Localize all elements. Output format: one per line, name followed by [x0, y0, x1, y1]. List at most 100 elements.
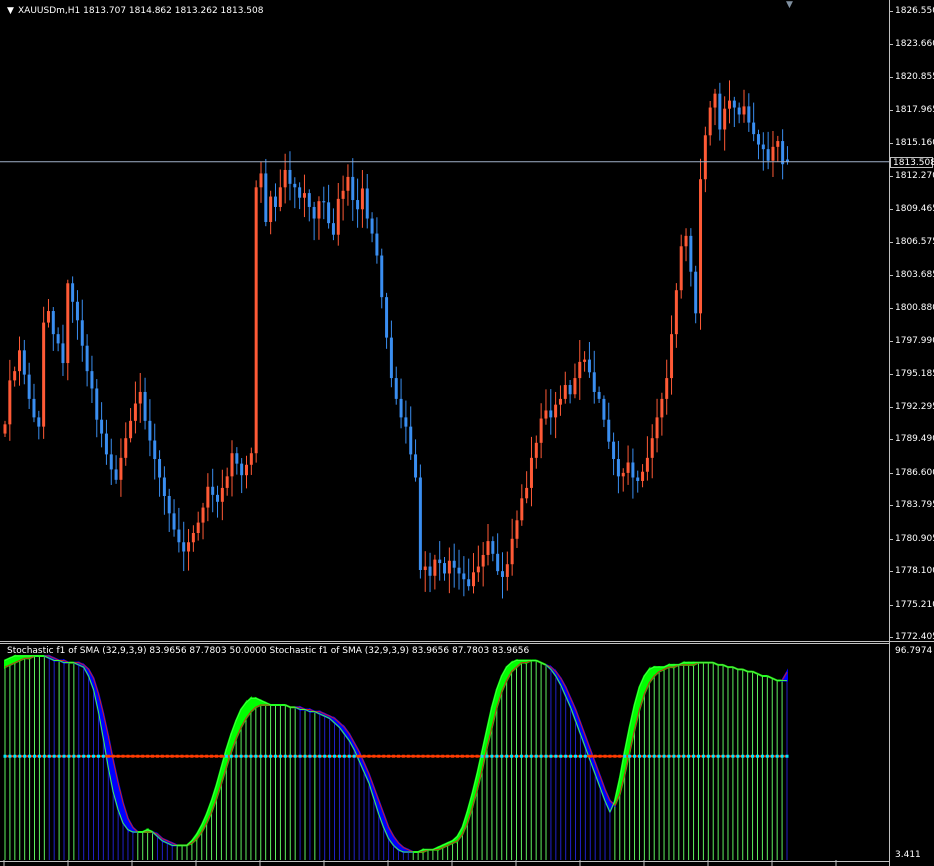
candle — [182, 521, 186, 572]
stoch-level-marker — [392, 754, 396, 758]
price-chart-panel[interactable]: ▼ XAUUSDm,H1 1813.707 1814.862 1813.262 … — [0, 0, 889, 641]
candle — [781, 129, 785, 180]
candle — [747, 93, 751, 132]
candle-body — [85, 345, 89, 372]
stoch-level-marker — [274, 754, 278, 758]
stoch-level-marker — [613, 754, 617, 758]
candle-body — [129, 420, 133, 439]
candle-body — [351, 176, 355, 201]
chart-shift-marker-icon[interactable]: ▼ — [786, 0, 793, 11]
stoch-level-marker — [33, 754, 37, 758]
stoch-level-marker — [475, 754, 479, 758]
stoch-level-marker — [505, 754, 509, 758]
candle-body — [124, 438, 128, 458]
candle-body — [626, 462, 630, 473]
stoch-level-marker — [687, 754, 691, 758]
stoch-level-marker — [106, 754, 110, 758]
stoch-level-marker — [337, 754, 341, 758]
stoch-level-marker — [706, 754, 710, 758]
candle-body — [732, 100, 736, 108]
candle-body — [447, 560, 451, 574]
stoch-level-marker — [544, 754, 548, 758]
candle — [71, 276, 75, 323]
candle-body — [100, 419, 104, 434]
candle — [558, 385, 562, 416]
stoch-level-marker — [214, 754, 218, 758]
stoch-level-marker — [662, 754, 666, 758]
candle-body — [587, 359, 591, 373]
candle — [375, 217, 379, 264]
indicator-axis[interactable]: 96.7974 3.411 — [889, 642, 934, 866]
stoch-level-marker — [372, 754, 376, 758]
candle-body — [399, 398, 403, 418]
stoch-level-marker — [736, 754, 740, 758]
candle-body — [17, 350, 21, 372]
stoch-level-marker — [155, 754, 159, 758]
stochastic-indicator-panel[interactable]: Stochastic f1 of SMA (32,9,3,9) 83.9656 … — [0, 642, 889, 866]
candle — [119, 438, 123, 497]
price-axis-tick — [889, 571, 893, 572]
stoch-level-marker — [574, 754, 578, 758]
candle — [500, 552, 504, 599]
candle-body — [684, 235, 688, 247]
stoch-level-marker — [131, 754, 135, 758]
candle — [158, 450, 162, 497]
price-axis[interactable]: 1826.550 1823.660 1820.855 1817.965 1815.160… — [889, 0, 934, 642]
stoch-level-marker — [534, 754, 538, 758]
price-axis-tick — [889, 275, 893, 276]
candle-body — [496, 553, 500, 572]
price-axis-tick — [889, 341, 893, 342]
candle — [95, 379, 99, 438]
stoch-level-marker — [608, 754, 612, 758]
price-axis-label: 1806.575 — [895, 237, 934, 247]
candle-body — [563, 385, 567, 399]
candle — [597, 386, 601, 404]
candle — [27, 362, 31, 409]
candle-body — [148, 420, 152, 441]
price-axis-label: 1795.185 — [895, 369, 934, 379]
candle — [737, 102, 741, 124]
price-axis-label: 1772.405 — [895, 632, 934, 642]
dropdown-triangle-icon[interactable]: ▼ — [7, 6, 14, 17]
stoch-level-marker — [401, 754, 405, 758]
stoch-level-marker — [751, 754, 755, 758]
candle-body — [317, 201, 321, 219]
stoch-level-marker — [357, 754, 361, 758]
indicator-header: Stochastic f1 of SMA (32,9,3,9) 83.9656 … — [7, 646, 530, 656]
stoch-level-marker — [72, 754, 76, 758]
stoch-level-marker — [160, 754, 164, 758]
candle-body — [312, 206, 316, 219]
stoch-level-marker — [303, 754, 307, 758]
candle — [85, 334, 89, 387]
stoch-level-marker — [667, 754, 671, 758]
stoch-level-marker — [382, 754, 386, 758]
candle — [409, 406, 413, 460]
stoch-level-marker — [652, 754, 656, 758]
candle-body — [13, 371, 17, 381]
candle — [17, 336, 21, 386]
candle-body — [409, 426, 413, 455]
candle-body — [665, 378, 669, 399]
stoch-level-marker — [470, 754, 474, 758]
candle-body — [689, 235, 693, 272]
candle — [80, 299, 84, 362]
candle — [515, 510, 519, 548]
candle-body — [80, 320, 84, 346]
candle-body — [273, 196, 277, 207]
stoch-level-marker — [465, 754, 469, 758]
price-axis-label: 1780.905 — [895, 534, 934, 544]
candle — [143, 377, 147, 430]
stoch-level-marker — [416, 754, 420, 758]
candle — [423, 551, 427, 592]
candle-body — [3, 424, 7, 434]
candle — [365, 173, 369, 229]
stoch-level-marker — [318, 754, 322, 758]
stoch-level-marker — [396, 754, 400, 758]
candle — [404, 400, 408, 444]
stoch-level-marker — [92, 754, 96, 758]
price-axis-label: 1820.855 — [895, 72, 934, 82]
candle — [756, 129, 760, 160]
price-axis-label: 1786.600 — [895, 468, 934, 478]
stoch-level-marker — [323, 754, 327, 758]
stoch-level-marker — [342, 754, 346, 758]
